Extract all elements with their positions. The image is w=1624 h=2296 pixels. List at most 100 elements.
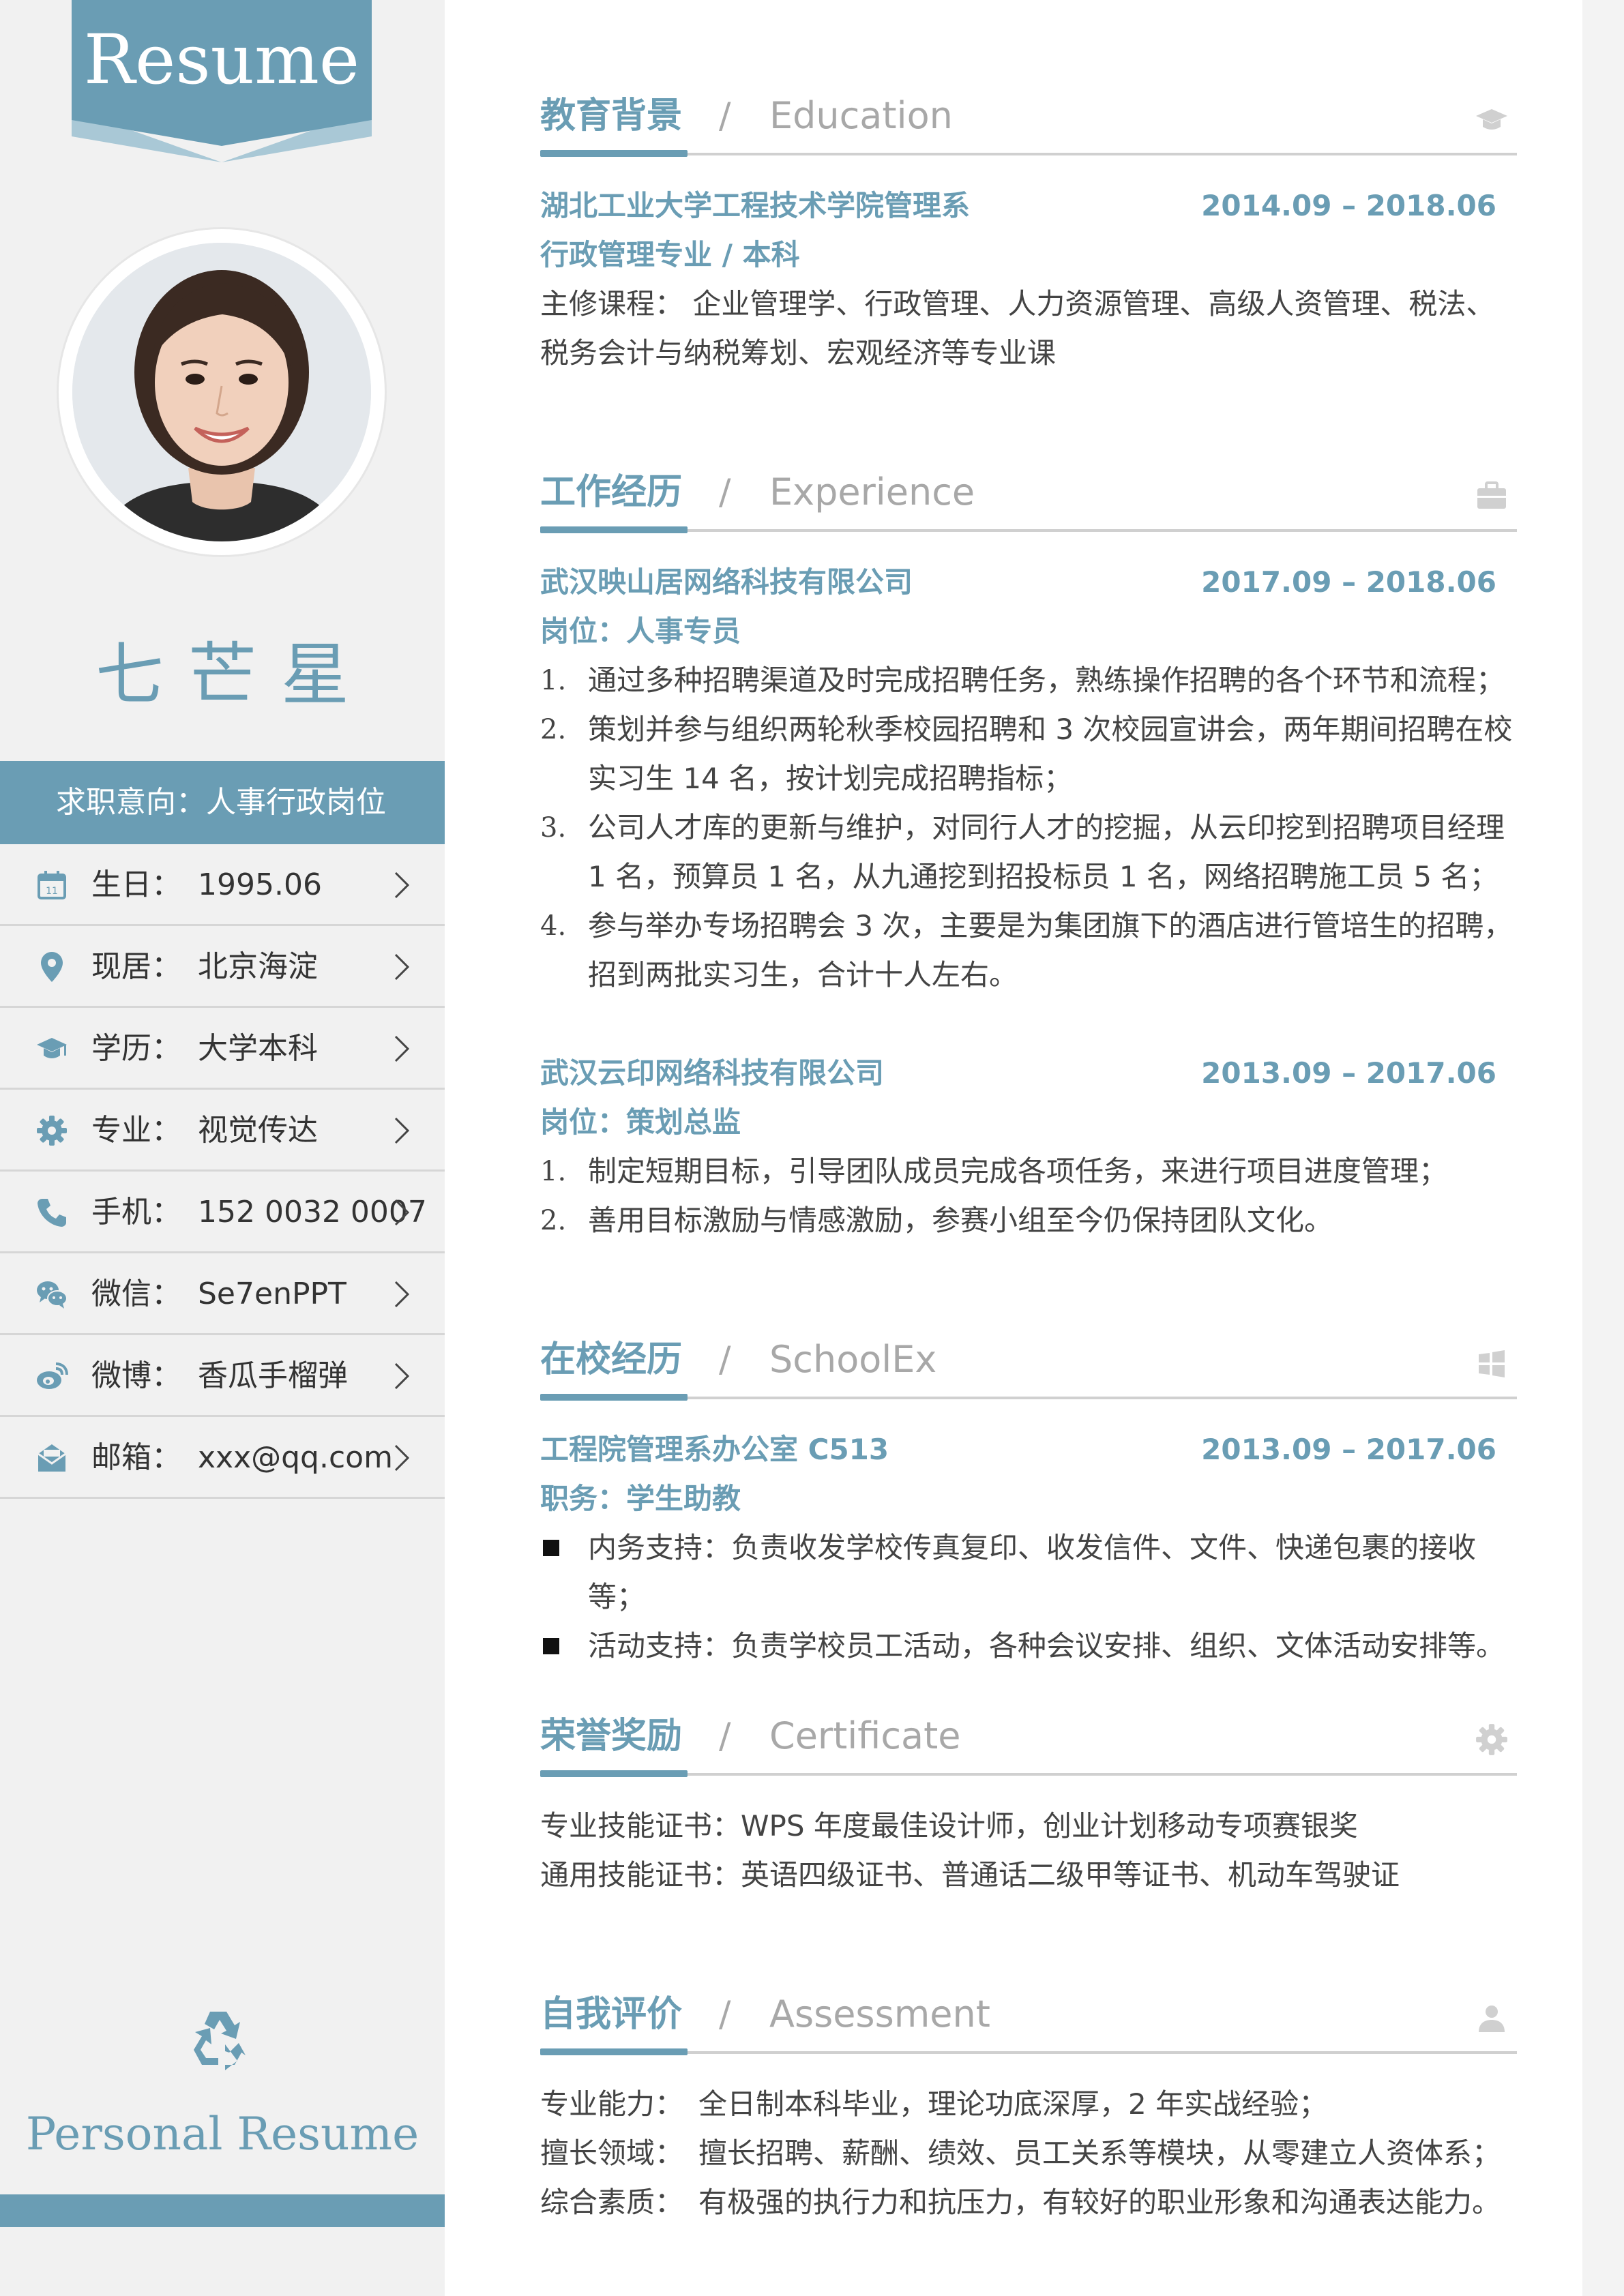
info-value: 视觉传达	[198, 1113, 318, 1148]
bullet-item: 活动支持：负责学校员工活动，各种会议安排、组织、文体活动安排等。	[540, 1622, 1517, 1671]
item-line: 善用目标激励与情感激励，参赛小组至今仍保持团队文化。	[588, 1204, 1333, 1237]
job-intention: 求职意向：人事行政岗位	[0, 761, 445, 844]
education-date: 2014.09 – 2018.06	[1201, 189, 1496, 222]
item-line: 制定短期目标，引导团队成员完成各项任务，来进行项目进度管理；	[588, 1154, 1448, 1188]
chevron-right-icon	[394, 871, 410, 899]
education-major: 行政管理专业 / 本科	[540, 238, 800, 271]
footer-title: Personal Resume	[25, 2108, 419, 2160]
square-bullet	[543, 1638, 559, 1654]
company-name: 武汉映山居网络科技有限公司	[540, 565, 913, 599]
duty-item: 4. 参与举办专场招聘会 3 次，主要是为集团旗下的酒店进行管培生的招聘， 招到…	[540, 901, 1517, 1000]
job-position: 岗位：人事专员	[540, 614, 741, 648]
item-line: 策划并参与组织两轮秋季校园招聘和 3 次校园宣讲会，两年期间招聘在校	[588, 713, 1513, 746]
assessment-key: 综合素质：	[540, 2186, 684, 2219]
calendar-icon: 11	[38, 871, 66, 899]
section-school: 在校经历 / SchoolEx 工程院管理系办公室 C513 2013.09 –…	[540, 1326, 1517, 1671]
wechat-icon	[37, 1281, 68, 1309]
info-row-major[interactable]: 专业： 视觉传达	[0, 1090, 445, 1172]
info-label: 学历：	[91, 1031, 181, 1066]
info-row-weibo[interactable]: 微博： 香瓜手榴弹	[0, 1335, 445, 1417]
section-title-en: Assessment	[769, 1993, 990, 2036]
info-value: 北京海淀	[198, 949, 318, 984]
mail-icon	[38, 1444, 66, 1472]
section-divider: /	[719, 1339, 731, 1380]
section-header: 在校经历 / SchoolEx	[540, 1326, 1517, 1401]
duty-item: 3. 公司人才库的更新与维护，对同行人才的挖掘，从云印挖到招聘项目经理 1 名，…	[540, 803, 1517, 901]
education-courses-line: 主修课程： 企业管理学、行政管理、人力资源管理、高级人资管理、税法、	[540, 287, 1495, 320]
job-entry: 武汉云印网络科技有限公司 2013.09 – 2017.06 岗位：策划总监 1…	[540, 1049, 1517, 1245]
assessment-row: 综合素质： 有极强的执行力和抗压力，有较好的职业形象和沟通表达能力。	[540, 2178, 1517, 2227]
chevron-right-icon	[394, 1281, 410, 1308]
info-row-wechat[interactable]: 微信： Se7enPPT	[0, 1253, 445, 1335]
info-value: 1995.06	[198, 867, 322, 902]
duty-item: 2. 策划并参与组织两轮秋季校园招聘和 3 次校园宣讲会，两年期间招聘在校 实习…	[540, 705, 1517, 803]
item-number: 4.	[540, 910, 567, 942]
duty-item: 1. 制定短期目标，引导团队成员完成各项任务，来进行项目进度管理；	[540, 1147, 1517, 1196]
job-entry: 武汉映山居网络科技有限公司 2017.09 – 2018.06 岗位：人事专员 …	[540, 558, 1517, 1000]
graduation-cap-icon	[37, 1038, 67, 1058]
section-title-cn: 在校经历	[540, 1339, 683, 1380]
avatar	[72, 243, 371, 541]
assessment-value: 有极强的执行力和抗压力，有较好的职业形象和沟通表达能力。	[698, 2186, 1501, 2219]
item-line: 通过多种招聘渠道及时完成招聘任务，熟练操作招聘的各个环节和流程；	[588, 664, 1505, 697]
info-label: 微博：	[91, 1358, 181, 1393]
item-line: 活动支持：负责学校员工活动，各种会议安排、组织、文体活动安排等。	[588, 1629, 1505, 1663]
square-bullet	[543, 1540, 559, 1556]
chevron-right-icon	[394, 1362, 410, 1390]
item-line: 内务支持：负责收发学校传真复印、收发信件、文件、快递包裹的接收等；	[588, 1531, 1477, 1613]
section-divider: /	[719, 95, 731, 136]
chevron-right-icon	[394, 1117, 410, 1144]
section-title-en: Certificate	[769, 1714, 961, 1757]
footer-bar	[0, 2194, 445, 2227]
section-experience: 工作经历 / Experience 武汉映山居网络科技有限公司 2017.09 …	[540, 458, 1517, 1245]
school-name: 湖北工业大学工程技术学院管理系	[540, 189, 971, 222]
item-number: 2.	[540, 714, 567, 745]
info-row-location[interactable]: 现居： 北京海淀	[0, 926, 445, 1008]
windows-icon	[1479, 1350, 1505, 1377]
section-header: 荣誉奖励 / Certificate	[540, 1702, 1517, 1777]
phone-icon	[38, 1199, 66, 1227]
info-row-birthday[interactable]: 11 生日： 1995.06	[0, 844, 445, 926]
info-row-education[interactable]: 学历： 大学本科	[0, 1008, 445, 1090]
chevron-right-icon	[394, 1444, 410, 1472]
item-line: 招到两批实习生，合计十人左右。	[588, 958, 1018, 992]
assessment-key: 擅长领域：	[540, 2136, 684, 2170]
svg-text:11: 11	[46, 886, 58, 897]
info-label: 现居：	[91, 949, 181, 984]
job-position: 岗位：策划总监	[540, 1105, 741, 1139]
item-line: 实习生 14 名，按计划完成招聘指标；	[588, 762, 1073, 795]
info-row-email[interactable]: 邮箱： xxx@qq.com	[0, 1417, 445, 1499]
job-company-row: 武汉云印网络科技有限公司 2013.09 – 2017.06	[540, 1049, 1517, 1098]
personal-info-list: 11 生日： 1995.06 现居： 北京海淀 学历： 大学本科 专业： 视觉传…	[0, 844, 445, 1499]
section-title-en: SchoolEx	[769, 1338, 937, 1381]
section-assessment: 自我评价 / Assessment 专业能力： 全日制本科毕业，理论功底深厚，2…	[540, 1980, 1517, 2227]
info-label: 微信：	[91, 1277, 181, 1311]
info-value: Se7enPPT	[198, 1277, 346, 1311]
section-divider: /	[719, 1716, 731, 1757]
chevron-right-icon	[394, 953, 410, 981]
section-divider: /	[719, 1994, 731, 2035]
info-label: 生日：	[91, 867, 181, 902]
item-number: 2.	[540, 1205, 567, 1236]
education-courses-line: 税务会计与纳税筹划、宏观经济等专业课	[540, 336, 1057, 370]
resume-page: Resume 七芒星 求职意向：人事行政岗位 11 生日： 1995.06 现居…	[0, 0, 1624, 2296]
school-org-row: 工程院管理系办公室 C513 2013.09 – 2017.06	[540, 1425, 1517, 1474]
location-pin-icon	[41, 952, 63, 982]
company-name: 武汉云印网络科技有限公司	[540, 1056, 885, 1090]
section-certificate: 荣誉奖励 / Certificate 专业技能证书：WPS 年度最佳设计师，创业…	[540, 1702, 1517, 1900]
resume-banner: Resume	[72, 0, 372, 162]
job-date: 2017.09 – 2018.06	[1201, 565, 1496, 599]
job-date: 2013.09 – 2017.06	[1201, 1056, 1496, 1090]
item-line: 参与举办专场招聘会 3 次，主要是为集团旗下的酒店进行管培生的招聘，	[588, 909, 1513, 942]
page-right-margin	[1582, 0, 1624, 2296]
assessment-value: 擅长招聘、薪酬、绩效、员工关系等模块，从零建立人资体系；	[698, 2136, 1501, 2170]
duty-item: 2. 善用目标激励与情感激励，参赛小组至今仍保持团队文化。	[540, 1196, 1517, 1245]
chevron-right-icon	[394, 1035, 410, 1062]
bullet-item: 内务支持：负责收发学校传真复印、收发信件、文件、快递包裹的接收等；	[540, 1523, 1517, 1622]
certificate-line: 专业技能证书：WPS 年度最佳设计师，创业计划移动专项赛银奖	[540, 1809, 1358, 1843]
info-row-phone[interactable]: 手机： 152 0032 0007	[0, 1172, 445, 1253]
section-rule-accent	[540, 1394, 688, 1401]
section-title-en: Experience	[769, 471, 975, 513]
section-title-cn: 教育背景	[540, 95, 683, 136]
info-value: 香瓜手榴弹	[198, 1358, 348, 1393]
